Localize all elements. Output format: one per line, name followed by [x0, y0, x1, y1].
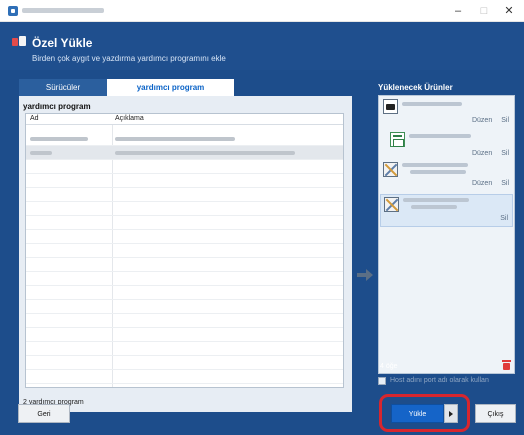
tools-icon: [383, 162, 398, 177]
column-description-header[interactable]: Açıklama: [115, 115, 144, 122]
table-row-empty: [26, 356, 343, 370]
table-row-empty: [26, 230, 343, 244]
table-row-empty: [26, 328, 343, 342]
product-item-selected[interactable]: Sil: [380, 194, 513, 227]
trash-icon[interactable]: [502, 360, 511, 370]
product-name-redacted: [410, 170, 466, 174]
content-area: Sürücüler yardımcı program yardımcı prog…: [0, 70, 524, 435]
row-description-redacted: [115, 137, 235, 141]
table-row-empty: [26, 258, 343, 272]
delete-link[interactable]: Sil: [500, 215, 508, 222]
table-row-empty: [26, 370, 343, 384]
maximize-icon[interactable]: □: [472, 2, 496, 20]
product-actions: Düzen Sil: [463, 150, 509, 157]
window-title-redacted: [22, 8, 104, 13]
product-item[interactable]: Düzen Sil: [380, 130, 513, 163]
product-actions: Düzen Sil: [463, 180, 509, 187]
back-button[interactable]: Geri: [18, 404, 70, 423]
product-item[interactable]: Düzen Sil: [380, 160, 513, 193]
edit-link[interactable]: Düzen: [472, 117, 492, 124]
app-icon: [8, 6, 18, 16]
product-name-redacted: [403, 198, 469, 202]
table-row-empty: [26, 188, 343, 202]
table-row-empty: [26, 286, 343, 300]
utilities-panel-title: yardımcı program: [23, 102, 91, 111]
products-title: Yüklenecek Ürünler: [378, 83, 453, 92]
row-description-redacted: [115, 151, 295, 155]
row-name-redacted: [30, 137, 88, 141]
product-item[interactable]: Düzen Sil: [380, 97, 513, 130]
delete-link[interactable]: Sil: [501, 150, 509, 157]
delete-link[interactable]: Sil: [501, 117, 509, 124]
edit-link[interactable]: Düzen: [472, 180, 492, 187]
page-subtitle: Birden çok aygıt ve yazdırma yardımcı pr…: [32, 54, 226, 63]
products-list: Düzen Sil Düzen Sil Düzen Sil Sil: [378, 95, 515, 374]
table-row-empty: [26, 160, 343, 174]
minimize-icon[interactable]: –: [446, 2, 470, 20]
install-icon: [12, 36, 26, 48]
table-row-empty: [26, 272, 343, 286]
window-icon: [390, 132, 405, 147]
host-port-option[interactable]: Host adını port adı olarak kullan: [378, 376, 518, 388]
page-title: Özel Yükle: [32, 36, 93, 50]
column-name-header[interactable]: Ad: [30, 115, 39, 122]
table-row-empty: [26, 244, 343, 258]
host-port-checkbox[interactable]: [378, 377, 386, 385]
product-name-redacted: [402, 102, 462, 106]
tab-utilities[interactable]: yardımcı program: [107, 79, 234, 96]
edit-link[interactable]: Düzen: [472, 150, 492, 157]
products-count: 4 öğe: [380, 363, 398, 370]
product-actions: Düzen Sil: [463, 117, 509, 124]
product-name-redacted: [402, 163, 468, 167]
table-row-empty: [26, 314, 343, 328]
install-options-arrow-icon[interactable]: [444, 404, 458, 423]
product-name-redacted: [411, 205, 457, 209]
host-port-label: Host adını port adı olarak kullan: [390, 377, 489, 384]
page-header: Özel Yükle Birden çok aygıt ve yazdırma …: [0, 22, 524, 70]
add-arrow-icon[interactable]: [357, 269, 373, 281]
close-icon[interactable]: ✕: [497, 2, 521, 20]
row-name-redacted: [30, 151, 52, 155]
product-name-redacted: [409, 134, 471, 138]
table-row[interactable]: [26, 146, 343, 160]
table-row-empty: [26, 300, 343, 314]
product-actions: Sil: [491, 215, 508, 222]
install-button[interactable]: Yükle: [391, 404, 444, 423]
table-row[interactable]: [26, 132, 343, 146]
delete-link[interactable]: Sil: [501, 180, 509, 187]
table-header: Ad Açıklama: [26, 114, 343, 125]
tab-drivers[interactable]: Sürücüler: [19, 79, 107, 96]
utilities-table: Ad Açıklama: [25, 113, 344, 388]
table-row-empty: [26, 202, 343, 216]
utilities-panel: yardımcı program Ad Açıklama 2 yardımcı …: [19, 96, 352, 412]
table-row-empty: [26, 216, 343, 230]
tools-icon: [384, 197, 399, 212]
table-row-empty: [26, 174, 343, 188]
title-bar: – □ ✕: [0, 0, 524, 22]
table-row-empty: [26, 342, 343, 356]
printer-icon: [383, 99, 398, 114]
exit-button[interactable]: Çıkış: [475, 404, 516, 423]
